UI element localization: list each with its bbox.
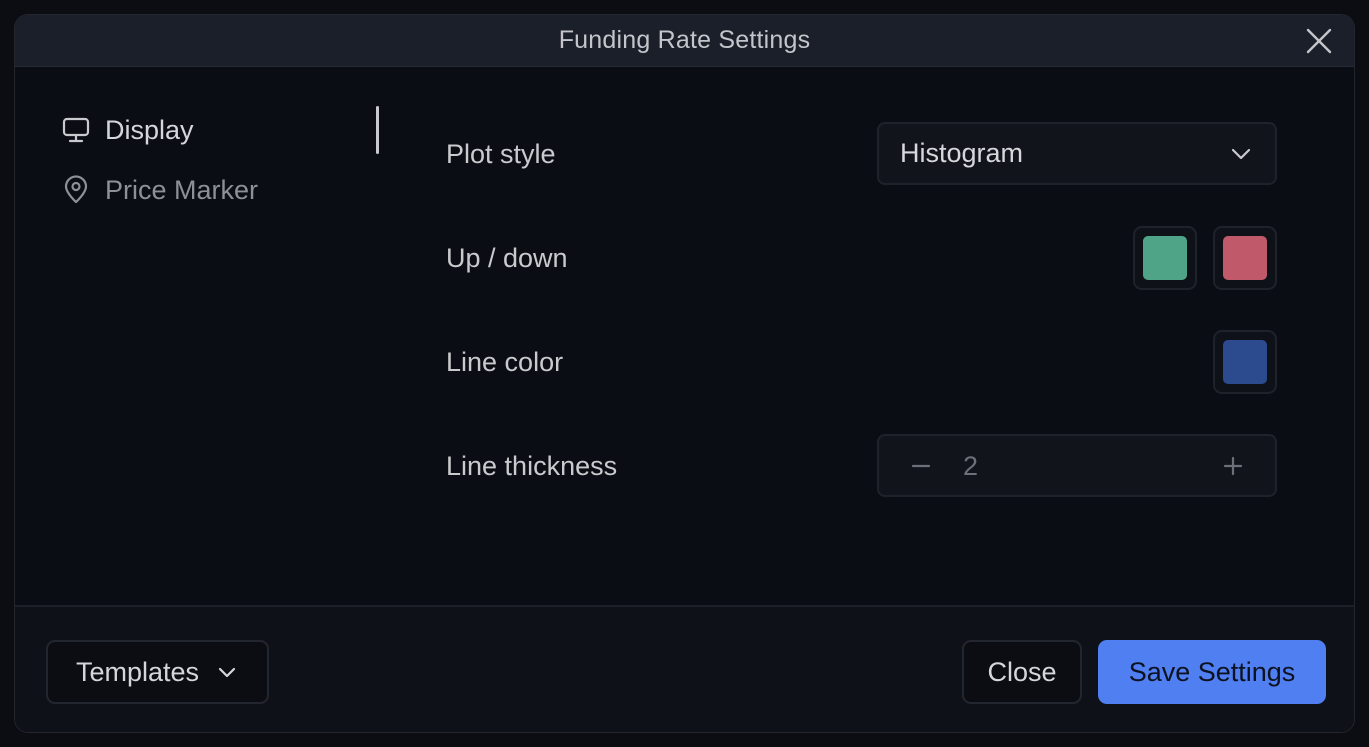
up-down-label: Up / down — [446, 243, 568, 273]
close-icon[interactable] — [1305, 27, 1333, 55]
chevron-down-icon — [215, 660, 239, 684]
up-color-swatch — [1143, 236, 1187, 280]
minus-icon[interactable] — [907, 452, 935, 480]
plot-style-value: Histogram — [900, 138, 1024, 168]
plus-icon[interactable] — [1219, 452, 1247, 480]
plot-style-label: Plot style — [446, 139, 556, 169]
dialog-titlebar: Funding Rate Settings — [15, 15, 1354, 67]
templates-button[interactable]: Templates — [46, 640, 269, 704]
chevron-down-icon — [1229, 142, 1253, 166]
line-thickness-stepper[interactable]: 2 — [877, 434, 1277, 497]
templates-label: Templates — [75, 656, 200, 687]
line-color-label: Line color — [446, 347, 564, 377]
active-section-indicator — [376, 106, 379, 154]
sidebar-item-price-marker[interactable]: Price Marker — [61, 170, 258, 210]
line-color-picker[interactable] — [1213, 330, 1277, 394]
monitor-icon — [61, 115, 91, 145]
sidebar-item-label: Price Marker — [105, 174, 259, 205]
up-color-picker[interactable] — [1133, 226, 1197, 290]
down-color-swatch — [1223, 236, 1267, 280]
line-thickness-value[interactable]: 2 — [963, 436, 978, 496]
save-settings-button[interactable]: Save Settings — [1098, 640, 1326, 704]
line-thickness-label: Line thickness — [446, 451, 618, 481]
line-color-swatch — [1223, 340, 1267, 384]
plot-style-select[interactable]: Histogram — [877, 122, 1277, 185]
dialog-footer: Templates Close Save Settings — [15, 607, 1354, 732]
settings-dialog: Funding Rate Settings Display Price Mark — [14, 14, 1355, 733]
down-color-picker[interactable] — [1213, 226, 1277, 290]
dialog-title: Funding Rate Settings — [558, 26, 811, 54]
map-pin-icon — [61, 175, 91, 205]
sidebar-item-display[interactable]: Display — [61, 110, 194, 150]
sidebar-item-label: Display — [105, 114, 194, 145]
close-button[interactable]: Close — [962, 640, 1082, 704]
